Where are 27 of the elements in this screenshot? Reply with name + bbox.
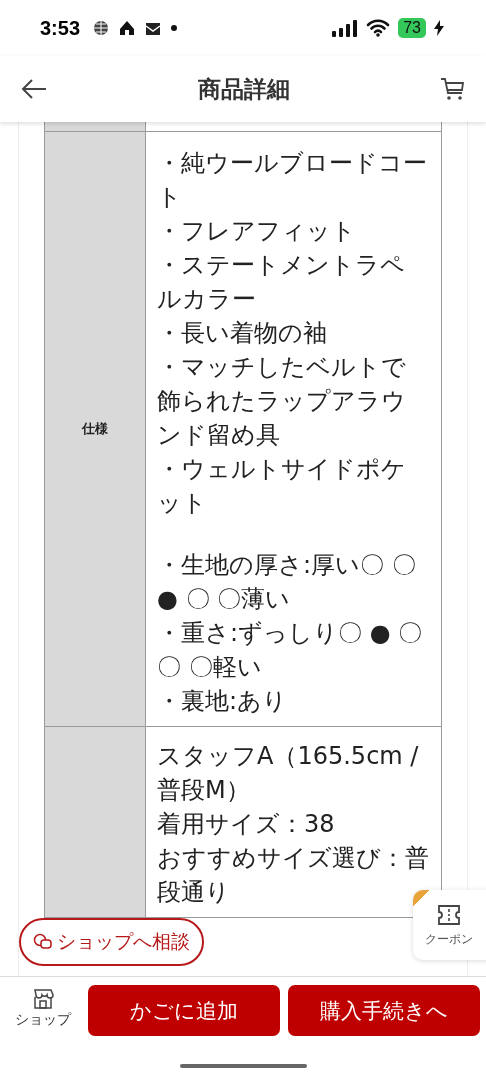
spec-text: ・ウェルトサイドポケット xyxy=(157,454,407,519)
dot-icon xyxy=(170,24,179,32)
clock-time: 3:53 xyxy=(40,16,81,40)
spec-text: ・重さ:ずっしり〇 ● 〇〇 〇軽い xyxy=(157,618,424,683)
consult-button[interactable]: ショップへ相談 xyxy=(19,918,204,966)
shop-button[interactable]: ショップ xyxy=(6,985,80,1033)
spec-text: スタッフA（165.5cm / 普段M） xyxy=(157,741,420,806)
spec-text: ・フレアフィット xyxy=(157,216,357,247)
coupon-tab[interactable]: クーポン xyxy=(413,890,486,960)
spec-text: ・長い着物の袖 xyxy=(157,318,328,349)
ticket-icon xyxy=(437,902,461,927)
spec-text: ・純ウールブロードコート xyxy=(157,148,428,213)
globe-icon xyxy=(92,19,111,37)
battery-level: 73 xyxy=(398,18,426,38)
page-title: 商品詳細 xyxy=(198,74,290,104)
action-button[interactable]: かごに追加 xyxy=(88,985,280,1036)
storefront-icon xyxy=(32,989,54,1009)
signal-icon xyxy=(332,19,359,37)
action-button[interactable]: 購入手続きへ xyxy=(288,985,480,1036)
spec-text: ・生地の厚さ:厚い〇 〇● 〇 〇薄い xyxy=(157,550,417,615)
spec-text: ・マッチしたベルトで飾られたラップアラウンド留め具 xyxy=(157,352,407,451)
row-label: 仕様 xyxy=(82,420,108,438)
spec-text: ・ステートメントラペルカラー xyxy=(157,250,406,315)
spec-text: 着用サイズ：38 xyxy=(157,809,336,840)
spec-text: ・裏地:あり xyxy=(157,686,289,717)
wifi-icon xyxy=(366,19,391,37)
chat-icon xyxy=(33,933,53,951)
